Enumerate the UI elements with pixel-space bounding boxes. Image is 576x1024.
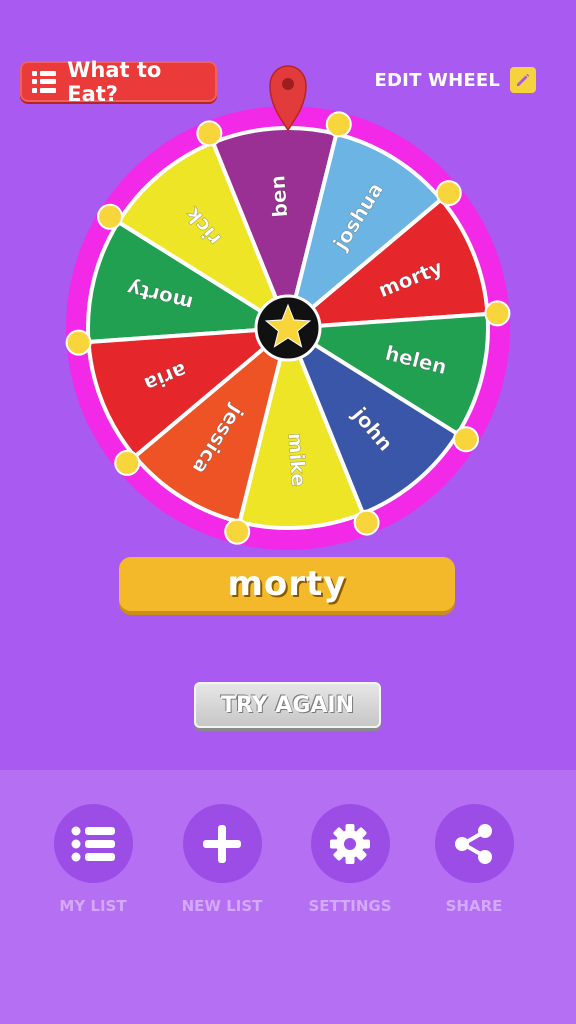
wheel-label: ben bbox=[265, 174, 292, 218]
nav-my-list[interactable]: MY LIST bbox=[38, 804, 148, 915]
wheel-peg bbox=[96, 203, 123, 230]
nav-share[interactable]: SHARE bbox=[419, 804, 529, 915]
try-again-button[interactable]: TRY AGAIN bbox=[194, 682, 381, 728]
nav-label: SETTINGS bbox=[308, 897, 392, 915]
nav-label: NEW LIST bbox=[181, 897, 263, 915]
wheel-peg bbox=[196, 120, 223, 147]
share-icon bbox=[434, 804, 514, 883]
spin-wheel[interactable]: morty rick ben joshua morty helen john mike jess… bbox=[0, 0, 576, 560]
plus-icon bbox=[182, 804, 262, 883]
nav-new-list[interactable]: NEW LIST bbox=[167, 804, 277, 915]
try-again-label: TRY AGAIN bbox=[220, 692, 355, 718]
pointer-dot bbox=[282, 78, 294, 90]
wheel-peg bbox=[353, 509, 380, 536]
wheel-graphic[interactable]: mortyrickben joshuamortyhelenjohnmikejess… bbox=[0, 0, 576, 560]
nav-label: MY LIST bbox=[59, 897, 127, 915]
wheel-peg bbox=[435, 180, 462, 207]
wheel-peg bbox=[453, 426, 480, 453]
wheel-label: mike bbox=[283, 432, 311, 488]
gear-icon bbox=[310, 804, 390, 883]
bottom-nav: MY LIST NEW LIST SETTINGS SHARE bbox=[0, 770, 576, 1024]
wheel-peg bbox=[114, 449, 141, 476]
result-banner: morty bbox=[119, 557, 455, 611]
nav-settings[interactable]: SETTINGS bbox=[295, 804, 405, 915]
wheel-peg bbox=[325, 111, 352, 138]
wheel-peg bbox=[484, 300, 511, 327]
wheel-peg bbox=[224, 518, 251, 545]
wheel-peg bbox=[65, 329, 92, 356]
nav-label: SHARE bbox=[445, 897, 503, 915]
result-text: morty bbox=[227, 564, 347, 604]
list-icon bbox=[53, 804, 133, 883]
